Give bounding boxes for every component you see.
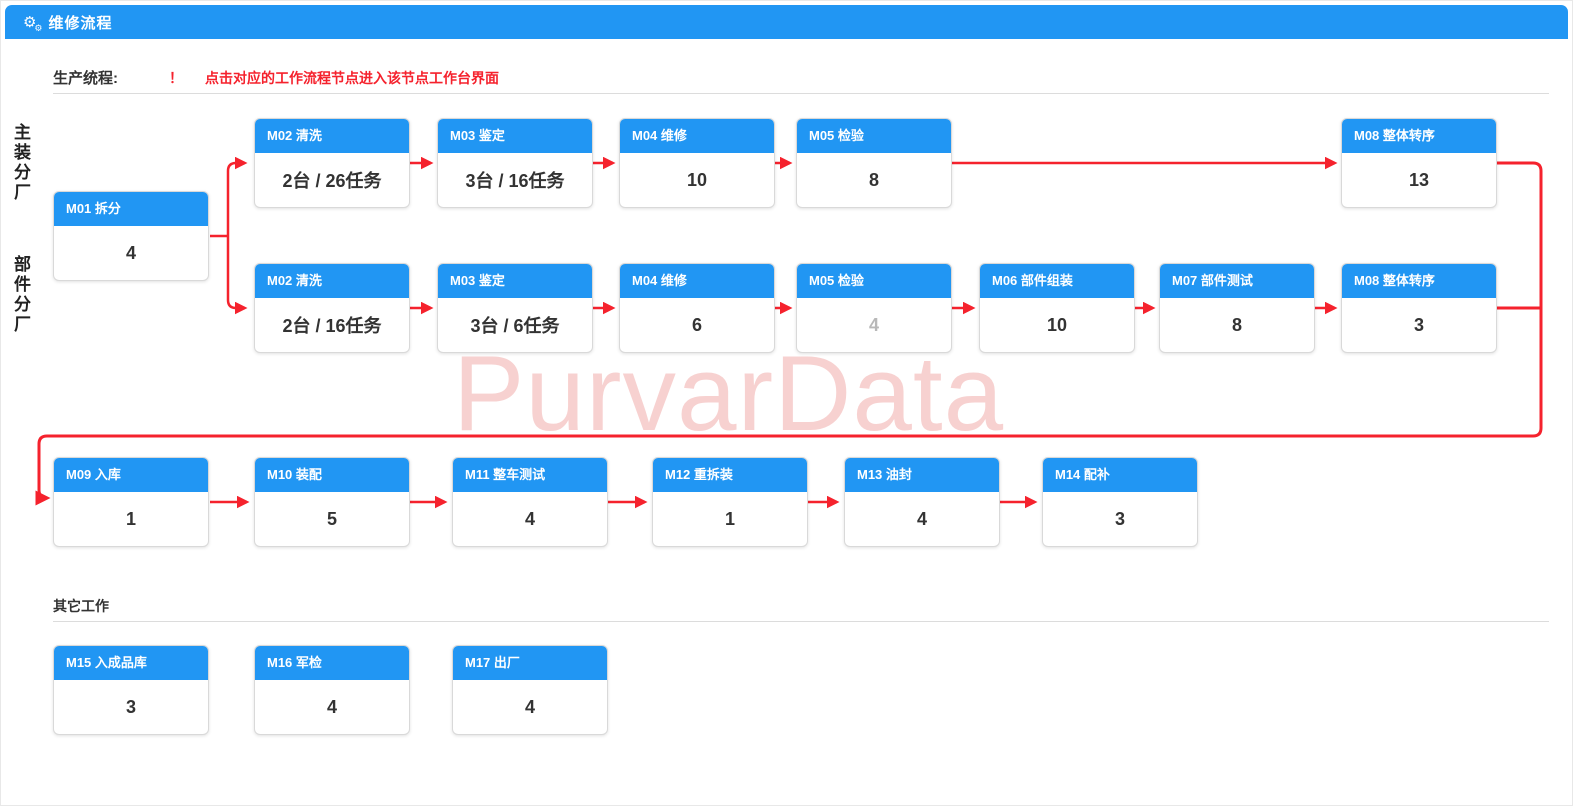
node-title: M08 整体转序 (1342, 119, 1496, 153)
node-value: 6 (692, 315, 702, 336)
page-frame: ⚙⚙ 维修流程 生产统程: ！ 点击对应的工作流程节点进入该节点工作台界面 主装分… (0, 0, 1573, 806)
node-m02-parts[interactable]: M02 清洗 2台 / 16任务 (254, 263, 410, 353)
node-m09[interactable]: M09 入库 1 (53, 457, 209, 547)
app-title: 维修流程 (48, 12, 112, 33)
node-value: 4 (869, 315, 879, 336)
click-hint: ！ 点击对应的工作流程节点进入该节点工作台界面 (169, 68, 499, 88)
node-m11[interactable]: M11 整车测试 4 (452, 457, 608, 547)
node-title: M03 鉴定 (438, 119, 592, 153)
node-m05-main[interactable]: M05 检验 8 (796, 118, 952, 208)
node-title: M10 装配 (255, 458, 409, 492)
node-m17[interactable]: M17 出厂 4 (452, 645, 608, 735)
node-title: M03 鉴定 (438, 264, 592, 298)
node-m15[interactable]: M15 入成品库 3 (53, 645, 209, 735)
node-m13[interactable]: M13 油封 4 (844, 457, 1000, 547)
node-m04-main[interactable]: M04 维修 10 (619, 118, 775, 208)
node-value: 8 (1232, 315, 1242, 336)
other-work-label: 其它工作 (53, 596, 109, 616)
node-m07-parts[interactable]: M07 部件测试 8 (1159, 263, 1315, 353)
node-value: 2台 / 16任务 (282, 312, 381, 338)
node-title: M14 配补 (1043, 458, 1197, 492)
node-m08-parts[interactable]: M08 整体转序 3 (1341, 263, 1497, 353)
node-m03-parts[interactable]: M03 鉴定 3台 / 6任务 (437, 263, 593, 353)
node-title: M06 部件组装 (980, 264, 1134, 298)
node-title: M04 维修 (620, 119, 774, 153)
other-divider (53, 621, 1549, 622)
node-title: M05 检验 (797, 264, 951, 298)
node-m14[interactable]: M14 配补 3 (1042, 457, 1198, 547)
node-value: 4 (126, 243, 136, 264)
node-title: M13 油封 (845, 458, 999, 492)
node-m03-main[interactable]: M03 鉴定 3台 / 16任务 (437, 118, 593, 208)
gears-icon: ⚙⚙ (23, 15, 36, 30)
node-m02-main[interactable]: M02 清洗 2台 / 26任务 (254, 118, 410, 208)
node-m08-main[interactable]: M08 整体转序 13 (1341, 118, 1497, 208)
node-value: 2台 / 26任务 (282, 167, 381, 193)
node-title: M17 出厂 (453, 646, 607, 680)
hint-text: 点击对应的工作流程节点进入该节点工作台界面 (205, 70, 499, 86)
node-value: 4 (525, 697, 535, 718)
node-m16[interactable]: M16 军检 4 (254, 645, 410, 735)
section-label: 生产统程: (53, 67, 118, 88)
node-title: M05 检验 (797, 119, 951, 153)
node-m04-parts[interactable]: M04 维修 6 (619, 263, 775, 353)
node-value: 4 (327, 697, 337, 718)
node-m05-parts[interactable]: M05 检验 4 (796, 263, 952, 353)
node-title: M02 清洗 (255, 119, 409, 153)
node-value: 3 (1414, 315, 1424, 336)
node-value: 3台 / 6任务 (470, 312, 559, 338)
exclamation-icon: ！ (169, 68, 183, 88)
node-m06-parts[interactable]: M06 部件组装 10 (979, 263, 1135, 353)
node-value: 4 (525, 509, 535, 530)
workflow-connectors (1, 1, 1573, 806)
node-value: 3 (126, 697, 136, 718)
node-value: 10 (1047, 315, 1067, 336)
node-value: 13 (1409, 170, 1429, 191)
group-label-main-assembly: 主装分厂 (7, 123, 33, 203)
node-title: M15 入成品库 (54, 646, 208, 680)
node-title: M02 清洗 (255, 264, 409, 298)
app-header: ⚙⚙ 维修流程 (5, 5, 1568, 39)
node-title: M09 入库 (54, 458, 208, 492)
node-title: M11 整车测试 (453, 458, 607, 492)
node-value: 5 (327, 509, 337, 530)
node-title: M16 军检 (255, 646, 409, 680)
top-divider (53, 93, 1549, 94)
group-label-parts-branch: 部件分厂 (7, 255, 33, 335)
node-title: M04 维修 (620, 264, 774, 298)
node-title: M08 整体转序 (1342, 264, 1496, 298)
node-value: 8 (869, 170, 879, 191)
node-m01[interactable]: M01 拆分 4 (53, 191, 209, 281)
node-value: 3台 / 16任务 (465, 167, 564, 193)
node-m10[interactable]: M10 装配 5 (254, 457, 410, 547)
node-m12[interactable]: M12 重拆装 1 (652, 457, 808, 547)
node-value: 4 (917, 509, 927, 530)
node-value: 1 (725, 509, 735, 530)
node-value: 1 (126, 509, 136, 530)
node-title: M12 重拆装 (653, 458, 807, 492)
node-value: 10 (687, 170, 707, 191)
gear-small-icon: ⚙ (34, 24, 42, 33)
node-title: M01 拆分 (54, 192, 208, 226)
node-title: M07 部件测试 (1160, 264, 1314, 298)
node-value: 3 (1115, 509, 1125, 530)
